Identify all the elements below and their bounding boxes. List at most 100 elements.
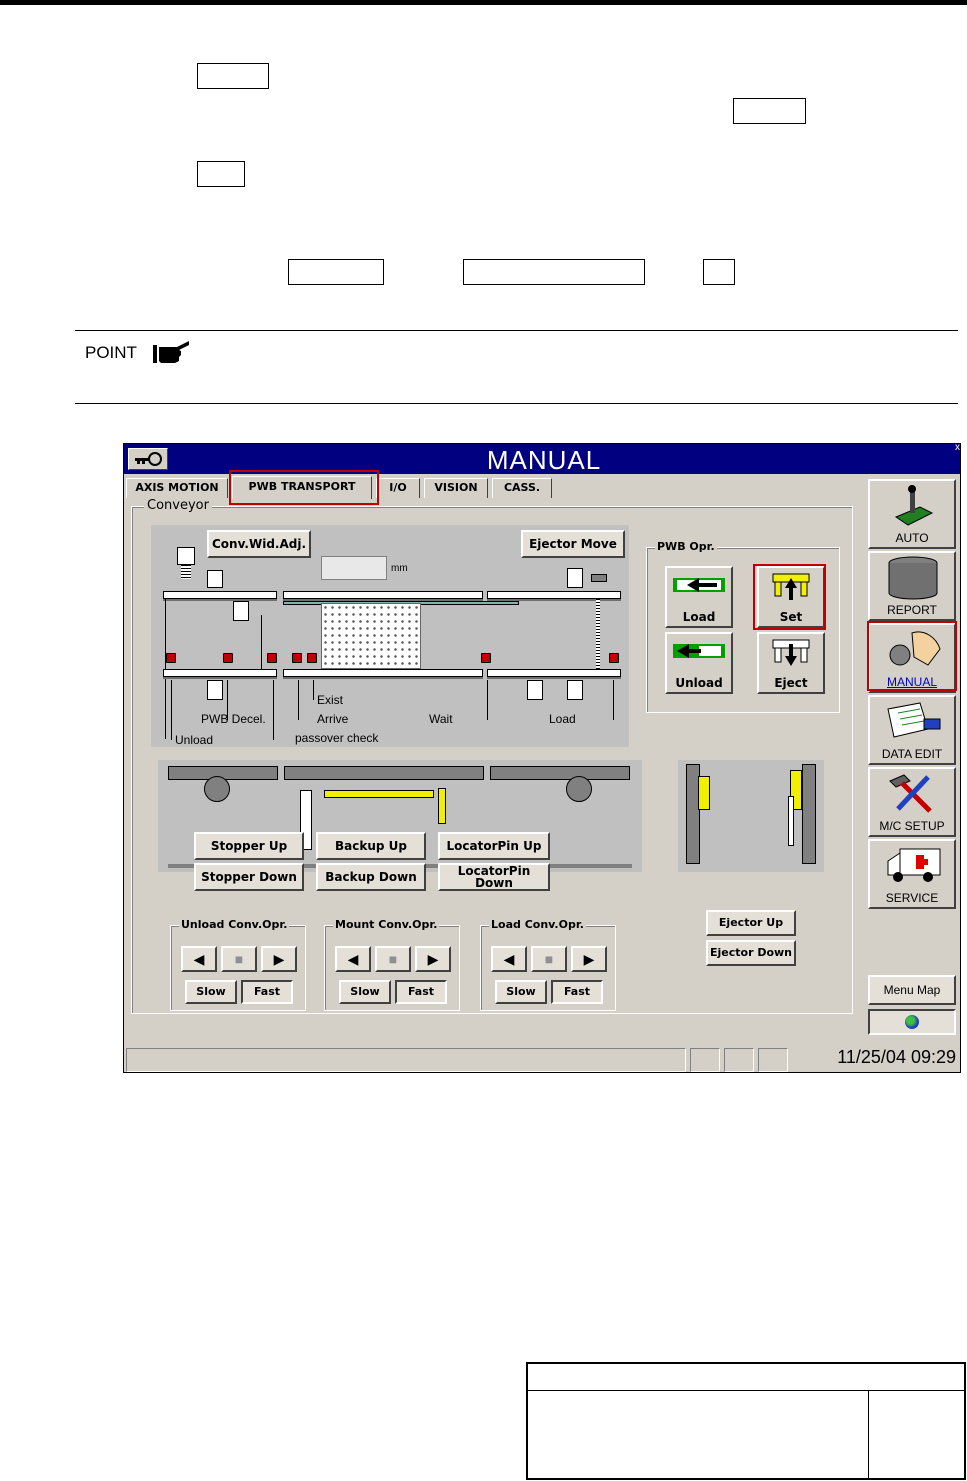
unload-conv-forward-button[interactable]: ▶ [261,946,297,972]
stop-icon: ■ [234,951,244,967]
language-button[interactable] [868,1009,956,1035]
label-pwb-decel: PWB Decel. [201,712,266,726]
status-indicator [758,1048,788,1072]
globe-icon [905,1015,919,1029]
mount-conv-label: Mount Conv.Opr. [333,918,440,931]
unload-conv-slow-button[interactable]: Slow [185,980,237,1004]
motor-icon [177,547,195,565]
post-icon [591,574,607,582]
post-icon [233,601,249,621]
doc-key-box [288,259,384,285]
tab-io[interactable]: I/O [376,478,420,498]
right-arrow-icon: ▶ [583,950,595,967]
status-indicator [690,1048,720,1072]
load-conv-forward-button[interactable]: ▶ [571,946,607,972]
backup-down-button[interactable]: Backup Down [316,863,426,891]
doc-key-box [733,98,806,124]
mount-conv-fast-button[interactable]: Fast [395,980,447,1004]
load-wheel [566,776,592,802]
tools-icon [889,774,932,813]
menu-map-button[interactable]: Menu Map [868,975,956,1005]
sidebar-item-auto[interactable]: AUTO [868,479,956,549]
conv-width-adjust-button[interactable]: Conv.Wid.Adj. [207,530,311,558]
mount-conv-forward-button[interactable]: ▶ [415,946,451,972]
eject-button[interactable]: Eject [757,632,825,694]
unload-conv-fast-button[interactable]: Fast [241,980,293,1004]
unload-label: Unload [675,676,723,690]
mount-conv-slow-button[interactable]: Slow [339,980,391,1004]
doc-key-box [703,259,735,285]
doc-key-box [197,161,245,187]
spring-icon [181,565,191,579]
ambulance-icon [887,848,941,882]
tab-vision[interactable]: VISION [424,478,488,498]
ejector-up-button[interactable]: Ejector Up [706,910,796,936]
load-conv-stop-button[interactable]: ■ [531,946,567,972]
unload-button[interactable]: Unload [665,632,733,694]
label-arrive: Arrive [317,712,349,726]
stopper-down-button[interactable]: Stopper Down [194,863,304,891]
load-conv-fast-button[interactable]: Fast [551,980,603,1004]
load-conv-reverse-button[interactable]: ◀ [491,946,527,972]
label-exist: Exist [317,693,344,707]
ejector-down-button[interactable]: Ejector Down [706,940,796,966]
right-arrow-icon: ▶ [427,950,439,967]
unload-conv-reverse-button[interactable]: ◀ [181,946,217,972]
sidebar-item-data-edit[interactable]: DATA EDIT [868,695,956,765]
pwb-opr-group: PWB Opr. Load Set Unload Eject [646,540,840,713]
sidebar-label-mc-setup: M/C SETUP [879,819,945,833]
lower-rail-unload [163,669,277,677]
label-wait: Wait [429,712,453,726]
conveyor-width-field[interactable] [321,556,387,580]
locator-pin [438,788,446,824]
doc-key-box [463,259,645,285]
sensor-unload [166,653,176,663]
set-arrow-icon [772,573,810,600]
locator-pin-up-button[interactable]: LocatorPin Up [438,832,550,860]
load-conv-label: Load Conv.Opr. [489,918,586,931]
conveyor-label: Conveyor [144,498,212,513]
stopper-up-button[interactable]: Stopper Up [194,832,304,860]
label-unload: Unload [175,733,214,747]
database-icon [888,556,938,600]
upper-rail-load [487,591,621,599]
backup-beam [284,766,484,780]
load-arrow-icon [673,578,725,592]
post-icon [207,680,223,700]
stopper-wheel [204,776,230,802]
key-button[interactable] [128,448,168,470]
point-label: POINT [85,343,137,362]
label-passover-check: passover check [295,731,379,745]
key-icon [135,452,162,466]
post-icon [527,680,543,700]
hand-wrench-icon [889,631,941,666]
sensor-pwb-decel [223,653,233,663]
tab-pwb-transport[interactable]: PWB TRANSPORT [232,476,372,499]
load-conv-slow-button[interactable]: Slow [495,980,547,1004]
lower-rail-load [487,669,621,677]
ejector-move-button[interactable]: Ejector Move [521,530,625,558]
close-icon[interactable]: x [955,444,960,453]
sidebar-item-mc-setup[interactable]: M/C SETUP [868,767,956,837]
sensor-wait [481,653,491,663]
set-button[interactable]: Set [757,566,825,628]
sensor-exist [307,653,317,663]
load-arm [490,766,630,780]
tab-cass[interactable]: CASS. [492,478,552,498]
locator-pin-down-button[interactable]: LocatorPin Down [438,863,550,891]
sidebar-item-report[interactable]: REPORT [868,551,956,621]
sidebar-label-service: SERVICE [885,891,939,905]
unload-conv-label: Unload Conv.Opr. [179,918,290,931]
sidebar-item-service[interactable]: SERVICE [868,839,956,909]
page-top-rule [0,0,967,5]
status-time: 11/25/04 09:29 [837,1047,956,1067]
mount-conv-group: Mount Conv.Opr. ◀ ■ ▶ Slow Fast [324,918,460,1011]
unload-conv-stop-button[interactable]: ■ [221,946,257,972]
tab-axis-motion[interactable]: AXIS MOTION [126,478,228,498]
sidebar-item-manual[interactable]: MANUAL [868,623,956,693]
mount-conv-stop-button[interactable]: ■ [375,946,411,972]
mount-conv-reverse-button[interactable]: ◀ [335,946,371,972]
load-button[interactable]: Load [665,566,733,628]
mode-sidebar: AUTO REPORT MANUAL DATA EDIT M/C SETUP S… [866,477,960,1037]
backup-up-button[interactable]: Backup Up [316,832,426,860]
